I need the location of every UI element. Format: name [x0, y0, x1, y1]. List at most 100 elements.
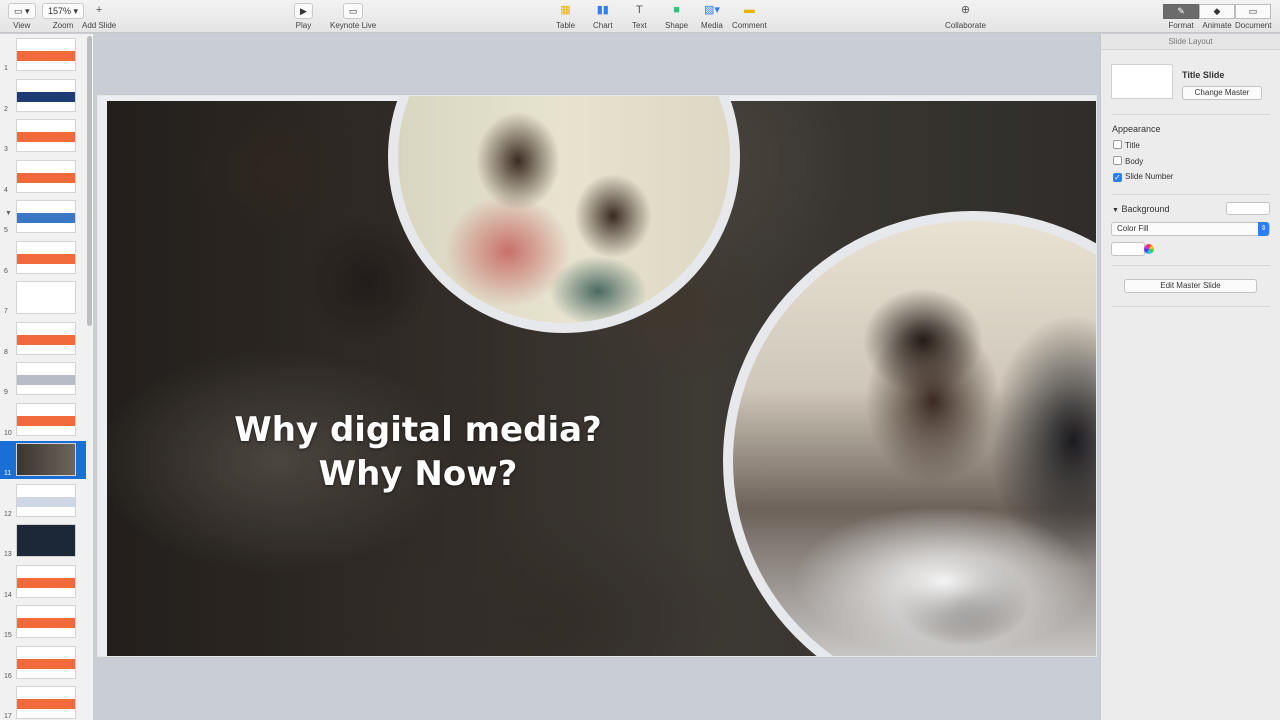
navigator-scrollbar[interactable] [87, 36, 92, 326]
body-checkbox[interactable]: Body [1113, 156, 1143, 166]
slide-number: 10 [4, 429, 12, 437]
toolbar: ▭ ▾ View 157% ▾ Zoom + Add Slide ▶ Play … [0, 0, 1280, 33]
slide-thumbnail-12[interactable]: 12 [0, 482, 86, 520]
slide-thumbnail-11[interactable]: 11 [0, 441, 86, 479]
title-checkbox-box[interactable] [1113, 140, 1122, 149]
table-button[interactable]: ▦ Table [556, 3, 575, 30]
layout-thumbnail[interactable] [1111, 64, 1173, 99]
select-arrows-icon: ⇕ [1258, 222, 1269, 236]
zoom-label: Zoom [52, 21, 74, 30]
thumbnail-accent [17, 375, 75, 385]
shape-label: Shape [665, 21, 689, 30]
thumbnail-accent [17, 213, 75, 223]
thumbnail-image [16, 645, 76, 679]
slide-number: 13 [4, 551, 12, 558]
thumbnail-image [16, 605, 76, 638]
slide-number: 15 [4, 632, 12, 639]
comment-button[interactable]: ▬ Comment [732, 3, 767, 30]
slide-number: 7 [4, 308, 8, 315]
fill-type-value: Color Fill [1117, 224, 1149, 233]
slide-number-checkbox-box[interactable]: ✓ [1113, 173, 1122, 182]
thumbnail-image [16, 686, 76, 719]
current-slide[interactable]: Why digital media? Why Now? [97, 95, 1097, 657]
media-label: Media [701, 21, 723, 30]
slide-thumbnail-6[interactable]: 6 [0, 239, 86, 277]
fill-color-well[interactable] [1111, 242, 1145, 256]
slide-thumbnail-4[interactable]: 4 [0, 158, 86, 196]
slide-thumbnail-1[interactable]: 1 [0, 36, 86, 74]
thumbnail-accent [17, 577, 75, 588]
inspector-tabs: ✎ ◆ ▭ [1163, 4, 1271, 19]
slide-thumbnail-2[interactable]: 2 [0, 77, 86, 115]
thumbnail-image [16, 200, 76, 233]
slide-number-checkbox[interactable]: ✓ Slide Number [1113, 172, 1173, 182]
slide-thumbnail-15[interactable]: 15 [0, 603, 86, 641]
play-button[interactable]: ▶ Play [294, 3, 313, 30]
chart-label: Chart [593, 21, 613, 30]
slide-number: 8 [4, 348, 8, 356]
document-tab[interactable]: ▭ [1235, 4, 1271, 19]
view-button[interactable]: ▭ ▾ View [8, 3, 36, 30]
divider [1112, 194, 1270, 195]
background-swatch[interactable] [1226, 202, 1270, 215]
zoom-select[interactable]: 157% ▾ [42, 3, 85, 19]
text-button[interactable]: T Text [632, 3, 647, 30]
slide-title[interactable]: Why digital media? Why Now? [208, 408, 628, 496]
slide-number: 5 [4, 227, 8, 234]
slide-thumbnail-10[interactable]: 10 [0, 401, 86, 439]
slide-thumbnail-13[interactable]: 13 [0, 522, 86, 560]
slide-thumbnail-3[interactable]: 3 [0, 117, 86, 155]
slide-canvas: Why digital media? Why Now? [95, 34, 1099, 720]
layout-name: Title Slide [1182, 70, 1225, 80]
title-checkbox[interactable]: Title [1113, 140, 1140, 150]
document-label: Document [1235, 21, 1272, 30]
format-tab[interactable]: ✎ [1163, 4, 1199, 19]
thumbnail-image [16, 402, 76, 436]
add-slide-button[interactable]: + Add Slide [82, 3, 116, 30]
thumbnail-accent [17, 415, 75, 426]
slide-number-checkbox-label: Slide Number [1125, 172, 1174, 181]
chart-icon: ▮▮ [596, 4, 609, 16]
add-slide-label: Add Slide [82, 21, 117, 30]
appearance-label: Appearance [1112, 124, 1161, 134]
slide-thumbnail-5[interactable]: 5 [0, 198, 86, 236]
slide-title-line2: Why Now? [318, 454, 518, 494]
comment-label: Comment [732, 21, 767, 30]
fill-type-select[interactable]: Color Fill ⇕ [1111, 222, 1270, 236]
thumbnail-accent [17, 172, 75, 183]
zoom-value: 157% [48, 6, 72, 16]
body-checkbox-box[interactable] [1113, 156, 1122, 165]
slide-navigator: 1 2 3 4 5 6 7 8 9 10 11 12 13 14 15 16 17 ▼ [0, 34, 94, 720]
shape-button[interactable]: ■ Shape [665, 3, 688, 30]
group-disclosure-icon[interactable]: ▼ [5, 210, 12, 217]
thumbnail-image [16, 78, 76, 112]
divider [1112, 306, 1270, 307]
change-master-button[interactable]: Change Master [1182, 86, 1262, 100]
paintbrush-icon: ✎ [1177, 6, 1185, 16]
document-icon: ▭ [1248, 6, 1258, 16]
slide-thumbnail-14[interactable]: 14 [0, 563, 86, 601]
slide-thumbnail-17[interactable]: 17 [0, 684, 86, 720]
media-button[interactable]: ▧▾ Media [701, 3, 723, 30]
thumbnail-image [16, 524, 76, 557]
keynote-live-button[interactable]: ▭ Keynote Live [330, 3, 376, 30]
slide-thumbnail-8[interactable]: 8 [0, 320, 86, 358]
slide-thumbnail-16[interactable]: 16 [0, 644, 86, 682]
chart-button[interactable]: ▮▮ Chart [593, 3, 613, 30]
inspector-tab-labels: Format Animate Document [1163, 21, 1271, 30]
collaborate-button[interactable]: ⊕ Collaborate [945, 3, 986, 30]
thumbnail-accent [17, 132, 75, 142]
edit-master-slide-button[interactable]: Edit Master Slide [1124, 279, 1257, 293]
animate-tab[interactable]: ◆ [1199, 4, 1235, 19]
slide-number: 2 [4, 105, 8, 113]
background-section[interactable]: ▼ Background [1112, 204, 1170, 214]
slide-thumbnail-7[interactable]: 7 [0, 279, 86, 317]
view-icon: ▭ ▾ [8, 3, 36, 19]
slide-number: 4 [4, 186, 8, 194]
slide-thumbnail-9[interactable]: 9 [0, 360, 86, 398]
zoom-control[interactable]: 157% ▾ Zoom [42, 3, 85, 30]
media-icon: ▧▾ [703, 4, 720, 16]
color-wheel-icon[interactable] [1144, 244, 1154, 254]
slide-number: 9 [4, 389, 8, 396]
plus-icon: + [95, 4, 103, 16]
